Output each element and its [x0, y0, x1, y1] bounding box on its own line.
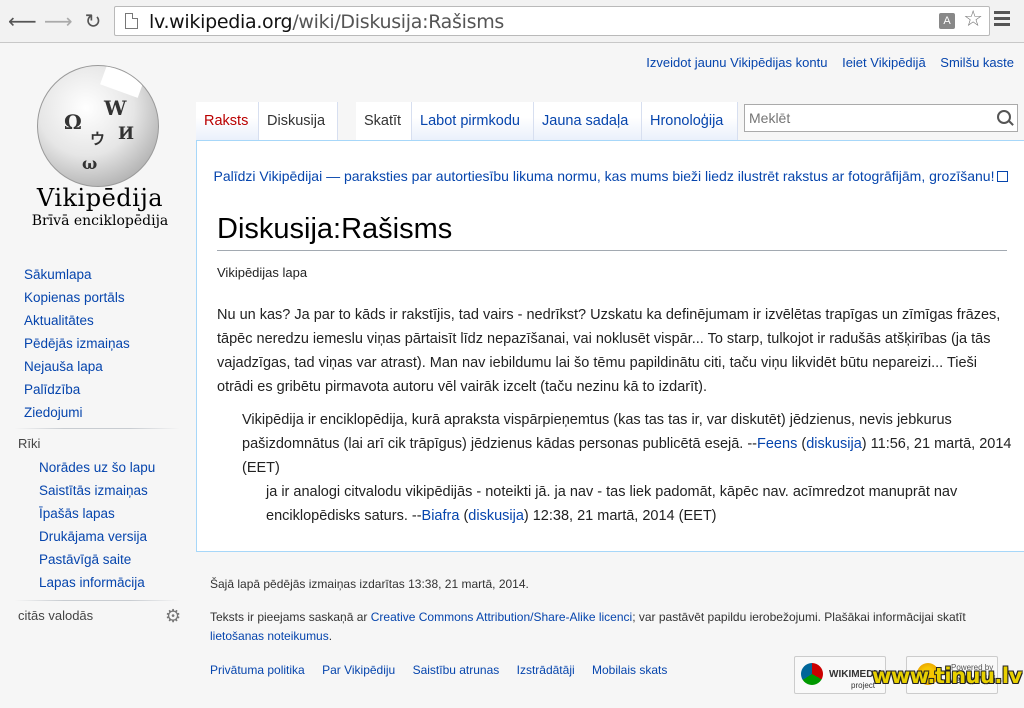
- languages-heading[interactable]: citās valodās: [18, 608, 93, 623]
- tab-new-section[interactable]: Jauna sadaļa: [534, 102, 642, 140]
- watermark: www.tinuu.lv: [872, 664, 1022, 688]
- footer-links: Privātuma politika Par Vikipēdiju Saistī…: [210, 663, 667, 677]
- footer-license: Teksts ir pieejams saskaņā ar Creative C…: [210, 610, 966, 643]
- gear-icon[interactable]: ⚙: [165, 608, 183, 626]
- sidebar-item-what-links-here[interactable]: Norādes uz šo lapu: [39, 456, 155, 479]
- forward-arrow-icon[interactable]: ⟶: [44, 8, 73, 34]
- wordmark: Vikipēdija: [36, 184, 164, 212]
- footer-privacy-link[interactable]: Privātuma politika: [210, 663, 305, 677]
- tools-heading[interactable]: Rīki: [18, 436, 40, 451]
- footer-mobile-view-link[interactable]: Mobilais skats: [592, 663, 667, 677]
- create-account-link[interactable]: Izveidot jaunu Vikipēdijas kontu: [646, 55, 827, 70]
- discussion-paragraph: Nu un kas? Ja par to kāds ir rakstījis, …: [217, 307, 1001, 395]
- footer-about-link[interactable]: Par Vikipēdiju: [322, 663, 395, 677]
- search-icon[interactable]: [997, 110, 1011, 124]
- wikimedia-logo-icon: [801, 663, 823, 685]
- tab-edit-source[interactable]: Labot pirmkodu: [412, 102, 534, 140]
- browser-toolbar: ⟵ ⟶ ↻ lv.wikipedia.org/wiki/Diskusija:Ra…: [0, 0, 1024, 43]
- login-link[interactable]: Ieiet Vikipēdijā: [842, 55, 926, 70]
- reload-icon[interactable]: ↻: [80, 8, 106, 34]
- discussion-reply: ja ir analogi citvalodu vikipēdijās - no…: [266, 484, 958, 524]
- sidebar-item-main-page[interactable]: Sākumlapa: [24, 263, 130, 286]
- back-arrow-icon[interactable]: ⟵: [8, 8, 37, 34]
- search-box: [744, 104, 1018, 132]
- user-talk-link[interactable]: diskusija: [468, 508, 524, 524]
- site-subtitle: Vikipēdijas lapa: [217, 265, 308, 280]
- sidebar-item-special-pages[interactable]: Īpašās lapas: [39, 502, 155, 525]
- footer-last-modified: Šajā lapā pēdējās izmaiņas izdarītas 13:…: [210, 577, 529, 591]
- page-icon: [125, 13, 138, 29]
- sandbox-link[interactable]: Smilšu kaste: [940, 55, 1014, 70]
- address-bar[interactable]: lv.wikipedia.org/wiki/Diskusija:Rašisms …: [114, 6, 990, 36]
- external-link-icon: [997, 171, 1009, 182]
- sidebar-item-page-information[interactable]: Lapas informācija: [39, 571, 155, 594]
- personal-tools: Izveidot jaunu Vikipēdijas kontu Ieiet V…: [635, 55, 1014, 70]
- sidebar-item-permanent-link[interactable]: Pastāvīgā saite: [39, 548, 155, 571]
- license-link[interactable]: Creative Commons Attribution/Share-Alike…: [371, 610, 632, 624]
- sidebar-divider: [14, 428, 180, 429]
- terms-link[interactable]: lietošanas noteikumus: [210, 629, 329, 643]
- search-input[interactable]: [749, 108, 989, 128]
- tab-talk[interactable]: Diskusija: [259, 102, 338, 140]
- sidebar-item-related-changes[interactable]: Saistītās izmaiņas: [39, 479, 155, 502]
- discussion-reply: Vikipēdija ir enciklopēdija, kurā apraks…: [242, 412, 1012, 476]
- tagline: Brīvā enciklopēdija: [31, 213, 169, 229]
- sidebar-item-random-page[interactable]: Nejauša lapa: [24, 355, 130, 378]
- sidebar-tools: Norādes uz šo lapu Saistītās izmaiņas Īp…: [39, 456, 155, 594]
- user-link[interactable]: Biafra: [422, 508, 460, 524]
- sidebar-item-current-events[interactable]: Aktualitātes: [24, 309, 130, 332]
- footer-disclaimers-link[interactable]: Saistību atrunas: [413, 663, 500, 677]
- menu-icon[interactable]: [994, 11, 1010, 27]
- tab-history[interactable]: Hronoloģija: [642, 102, 738, 140]
- site-notice[interactable]: Palīdzi Vikipēdijai — paraksties par aut…: [207, 167, 1015, 186]
- footer-developers-link[interactable]: Izstrādātāji: [517, 663, 575, 677]
- tab-article[interactable]: Raksts: [196, 102, 259, 140]
- content-area: Palīdzi Vikipēdijai — paraksties par aut…: [196, 140, 1024, 552]
- page-title: Diskusija:Rašisms: [217, 213, 1007, 251]
- user-talk-link[interactable]: diskusija: [806, 436, 862, 452]
- user-link[interactable]: Feens: [757, 436, 797, 452]
- translate-icon[interactable]: A: [939, 13, 955, 29]
- globe-icon: Ω W И ウ ω: [37, 65, 159, 187]
- sidebar-item-community-portal[interactable]: Kopienas portāls: [24, 286, 130, 309]
- sidebar-divider: [14, 600, 180, 601]
- sidebar-item-recent-changes[interactable]: Pēdējās izmaiņas: [24, 332, 130, 355]
- star-icon[interactable]: ☆: [963, 7, 983, 32]
- sidebar-navigation: Sākumlapa Kopienas portāls Aktualitātes …: [24, 263, 130, 424]
- tab-view[interactable]: Skatīt: [356, 102, 412, 140]
- sidebar-item-printable-version[interactable]: Drukājama versija: [39, 525, 155, 548]
- sidebar-item-help[interactable]: Palīdzība: [24, 378, 130, 401]
- url-text[interactable]: lv.wikipedia.org/wiki/Diskusija:Rašisms: [149, 11, 504, 33]
- sidebar-item-donate[interactable]: Ziedojumi: [24, 401, 130, 424]
